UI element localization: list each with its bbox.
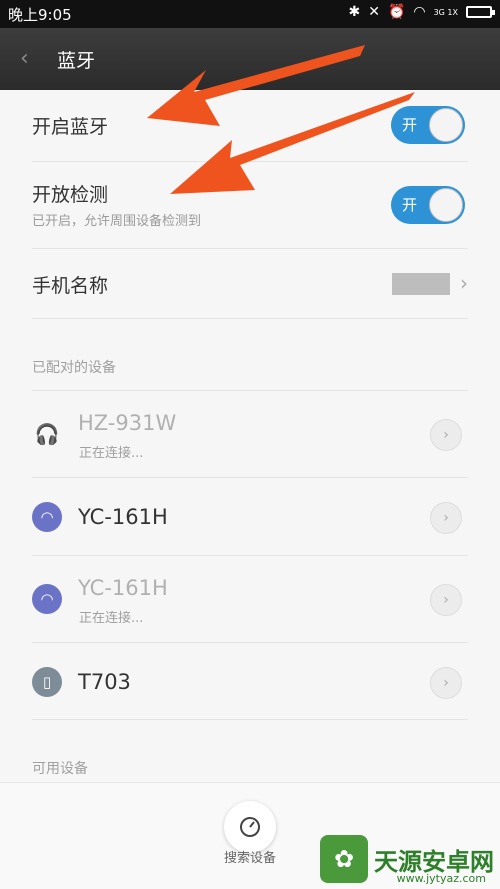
annotation-arrows: [147, 45, 415, 194]
watermark: ✿ 天源安卓网 www.jytyaz.com: [320, 835, 494, 885]
arrow-annotation: [147, 45, 365, 126]
watermark-logo-icon: ✿: [320, 835, 368, 883]
watermark-url: www.jytyaz.com: [396, 872, 486, 885]
